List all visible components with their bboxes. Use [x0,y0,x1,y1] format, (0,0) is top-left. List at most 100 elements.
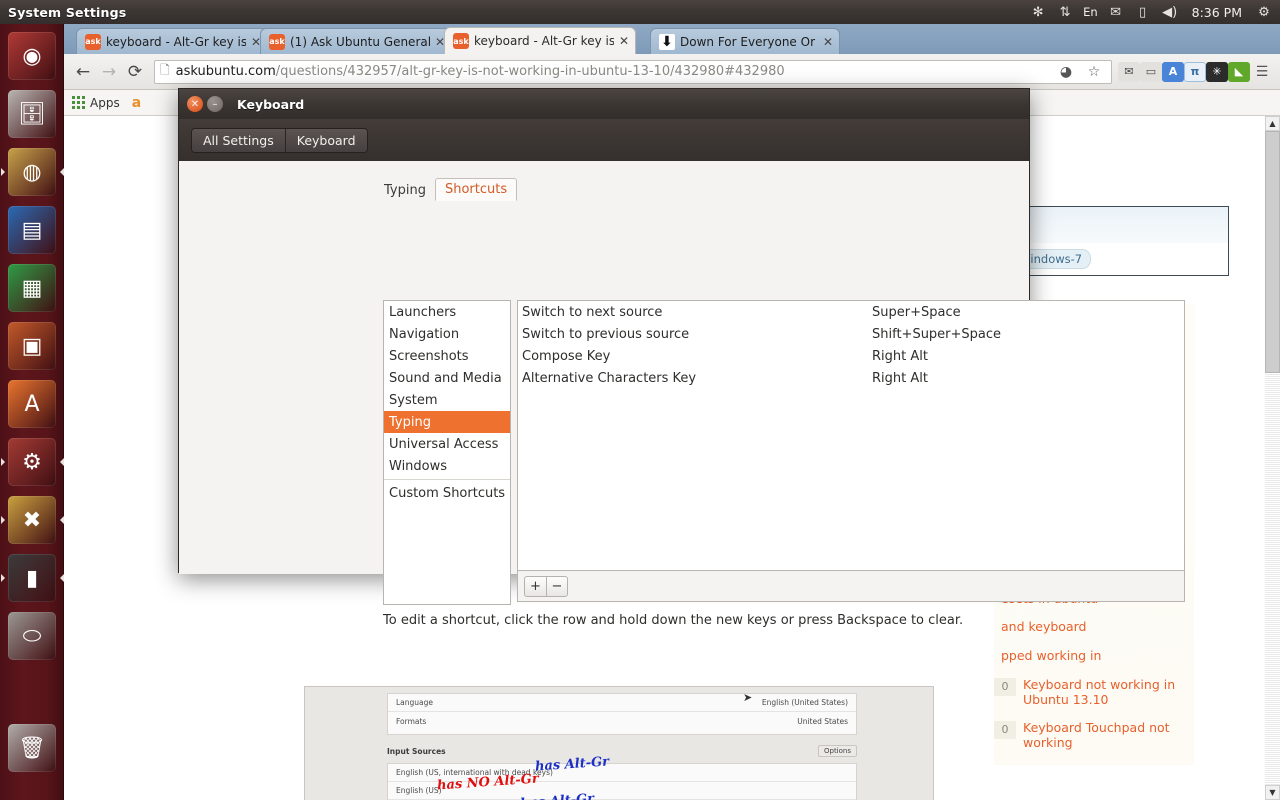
shortcut-add-remove-bar: + − [517,571,1185,602]
launcher-item-writer[interactable]: ▤ [8,206,56,254]
gear-icon[interactable]: ⚙ [1255,3,1273,21]
keyboard-layout-indicator[interactable]: En [1083,5,1098,19]
tab-askubuntu-2[interactable]: ask keyboard - Alt-Gr key is n ✕ [444,27,636,54]
unity-top-panel: System Settings ✻ ⇅ En ✉ ▯ ◀) 8:36 PM ⚙ [0,0,1280,24]
battery-icon[interactable]: ▯ [1134,3,1152,21]
shortcut-category-list[interactable]: Launchers Navigation Screenshots Sound and … [383,300,511,605]
all-settings-button[interactable]: All Settings [192,128,286,152]
launcher-item-system-settings[interactable]: ⚙ [8,438,56,486]
shortcut-table[interactable]: Switch to next source Super+Space Switch t… [517,300,1185,571]
category-item-system[interactable]: System [384,389,510,411]
bookmark-amazon[interactable]: a [132,95,141,111]
reload-button[interactable]: ⟳ [122,59,148,85]
tab-down-for-everyone[interactable]: ⬇ Down For Everyone Or Ju ✕ [650,28,840,54]
related-question-item[interactable]: 0 Keyboard Touchpad not working [994,720,1194,751]
category-item-windows[interactable]: Windows [384,455,510,477]
back-button[interactable]: ← [70,59,96,85]
shortcut-row[interactable]: Switch to previous source Shift+Super+Spa… [518,323,1184,345]
related-question-link[interactable]: Keyboard not working in Ubuntu 13.10 [1023,677,1194,708]
gmail-checker-icon[interactable]: ✉ [1118,61,1140,82]
google-cast-icon[interactable]: ▭ [1140,61,1162,82]
shortcut-key-binding[interactable]: Super+Space [872,305,961,320]
es-options-button[interactable]: Options [817,745,857,757]
forward-button[interactable]: → [96,59,122,85]
keyboard-button[interactable]: Keyboard [285,128,367,152]
mail-icon[interactable]: ✉ [1107,3,1125,21]
shortcut-key-binding[interactable]: Right Alt [872,371,928,386]
launcher-item-files[interactable]: 🗄 [8,90,56,138]
scroll-up-icon[interactable]: ▲ [1265,116,1280,131]
mouse-cursor-icon: ➤ [743,691,753,704]
scrollbar-thumb[interactable] [1265,131,1280,373]
category-item-screenshots[interactable]: Screenshots [384,345,510,367]
shortcut-hint-text: To edit a shortcut, click the row and ho… [383,613,964,628]
dialog-titlebar: ✕ – Keyboard [179,89,1029,119]
launcher-item-disk[interactable]: ⬭ [8,612,56,660]
launcher-item-chat[interactable]: ✖ [8,496,56,544]
category-item-launchers[interactable]: Launchers [384,301,510,323]
tab-close-icon[interactable]: ✕ [619,34,629,48]
tagbox-upper [1005,207,1228,243]
dialog-tabs: Typing Shortcuts [375,177,518,201]
shortcut-key-binding[interactable]: Shift+Super+Space [872,327,1001,342]
related-question-item[interactable]: pped working in [994,648,1194,664]
apps-grid-icon [72,96,85,109]
related-question-votes: 0 [994,721,1016,740]
tab-close-icon[interactable]: ✕ [823,35,833,49]
url-host: askubuntu.com [175,64,276,79]
tab-typing[interactable]: Typing [375,180,435,201]
minimize-icon[interactable]: – [207,96,223,112]
related-question-link[interactable]: Keyboard Touchpad not working [1023,720,1194,751]
bookmark-star-icon[interactable]: ☆ [1082,61,1106,83]
category-item-navigation[interactable]: Navigation [384,323,510,345]
launcher-item-chrome[interactable]: ◍ [8,148,56,196]
network-icon[interactable]: ⇅ [1056,3,1074,21]
shortcut-row[interactable]: Switch to next source Super+Space [518,301,1184,323]
es-input-sources-header: Input Sources Options [387,745,857,757]
tab-askubuntu-general[interactable]: ask (1) Ask Ubuntu General R ✕ [260,28,452,54]
launcher-item-terminal[interactable]: ▮ [8,554,56,602]
volume-icon[interactable]: ◀) [1161,3,1179,21]
shortcut-action-name: Switch to next source [522,304,663,320]
launcher-item-calc[interactable]: ▦ [8,264,56,312]
related-question-item[interactable]: 0 Keyboard not working in Ubuntu 13.10 [994,677,1194,708]
address-bar[interactable]: 🗋 askubuntu.com/questions/432957/alt-gr-… [154,59,1112,84]
scroll-down-icon[interactable]: ▼ [1265,785,1280,800]
related-question-link[interactable]: pped working in [1001,648,1101,664]
launcher-item-impress[interactable]: ▣ [8,322,56,370]
category-separator [384,479,510,480]
shortcut-action-name: Switch to previous source [522,326,690,342]
shortcut-key-binding[interactable]: Right Alt [872,349,928,364]
amazon-icon: a [131,94,142,111]
bookmark-apps[interactable]: Apps [72,96,120,110]
panel-window-title: System Settings [8,4,127,20]
clock[interactable]: 8:36 PM [1188,5,1246,20]
launcher-item-trash[interactable]: 🗑 [8,724,56,772]
bluetooth-icon[interactable]: ✻ [1029,3,1047,21]
screen: System Settings ✻ ⇅ En ✉ ▯ ◀) 8:36 PM ⚙ … [0,0,1280,800]
cookie-blocked-icon[interactable]: ◕ [1054,61,1078,83]
asterisk-extension-icon[interactable]: ✳ [1206,61,1228,82]
google-translate-icon[interactable]: A [1162,61,1184,82]
add-shortcut-button[interactable]: + [524,575,546,597]
math-extension-icon[interactable]: π [1184,61,1206,82]
launcher-item-dash[interactable]: ◉ [8,32,56,80]
launcher-running-indicator [1,168,5,176]
evernote-icon[interactable]: ◣ [1228,61,1250,82]
shortcut-action-name: Alternative Characters Key [522,370,697,386]
category-item-typing[interactable]: Typing [384,411,510,433]
shortcut-row[interactable]: Alternative Characters Key Right Alt [518,367,1184,389]
tab-shortcuts[interactable]: Shortcuts [434,178,518,201]
shortcut-row[interactable]: Compose Key Right Alt [518,345,1184,367]
category-item-universal-access[interactable]: Universal Access [384,433,510,455]
chrome-menu-icon[interactable]: ☰ [1250,61,1274,83]
close-icon[interactable]: ✕ [187,96,203,112]
page-info-icon[interactable]: 🗋 [160,61,170,82]
page-scrollbar[interactable]: ▲ ▼ [1265,116,1280,800]
category-item-custom-shortcuts[interactable]: Custom Shortcuts [384,482,510,504]
category-item-sound-and-media[interactable]: Sound and Media [384,367,510,389]
launcher-item-software-center[interactable]: A [8,380,56,428]
tab-askubuntu-1[interactable]: ask keyboard - Alt-Gr key is n ✕ [76,28,268,54]
browser-toolbar: ← → ⟳ 🗋 askubuntu.com/questions/432957/a… [64,54,1280,90]
remove-shortcut-button[interactable]: − [546,575,568,597]
